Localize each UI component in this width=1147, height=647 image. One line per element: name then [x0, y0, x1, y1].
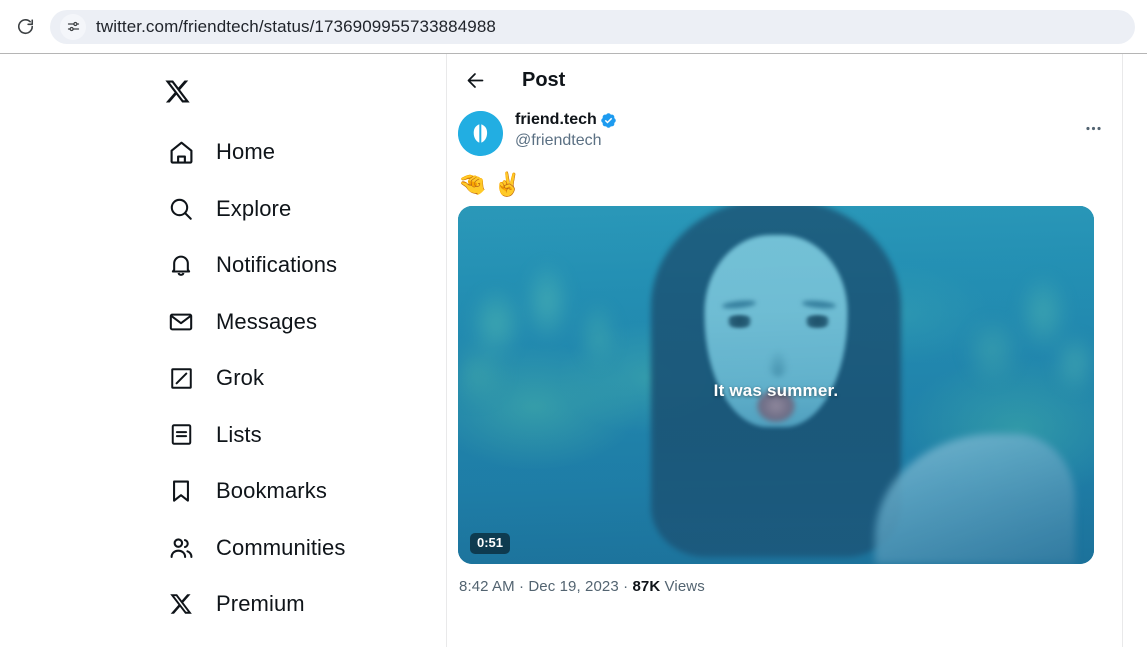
more-options-button[interactable] — [1076, 111, 1110, 145]
post-header: Post — [447, 54, 1122, 107]
sidebar-item-label: Messages — [216, 308, 318, 334]
author-name-line: friend.tech — [515, 111, 1076, 129]
post-time: 8:42 AM — [459, 578, 515, 595]
author-handle[interactable]: @friendtech — [515, 132, 1076, 150]
envelope-icon — [166, 307, 196, 337]
lists-icon — [166, 420, 196, 450]
back-arrow-icon — [467, 73, 483, 88]
meta-separator-1: · — [514, 578, 529, 595]
sidebar-item-label: Grok — [216, 365, 265, 391]
x-logo-icon — [165, 80, 190, 102]
address-bar[interactable]: twitter.com/friendtech/status/1736909955… — [50, 9, 1135, 44]
sidebar-item-premium[interactable]: Premium — [160, 576, 446, 633]
post-views-label: Views — [660, 578, 705, 595]
home-icon — [166, 137, 196, 167]
search-icon — [166, 194, 196, 224]
video-player[interactable]: It was summer. 0:51 — [458, 206, 1094, 564]
post-views[interactable]: 87K Views — [632, 578, 704, 595]
sidebar-item-label: Bookmarks — [216, 478, 327, 504]
sidebar-item-label: Communities — [216, 534, 346, 560]
reload-icon — [17, 19, 33, 35]
page-title: Post — [522, 69, 566, 91]
post-author-row: friend.tech @friendtech — [447, 107, 1122, 156]
sidebar-item-explore[interactable]: Explore — [160, 181, 446, 238]
reload-button[interactable] — [10, 12, 40, 42]
more-options-icon — [1085, 126, 1101, 130]
sidebar-item-bookmarks[interactable]: Bookmarks — [160, 463, 446, 520]
browser-toolbar: twitter.com/friendtech/status/1736909955… — [0, 0, 1147, 54]
sidebar-item-label: Lists — [216, 421, 262, 447]
post-date: Dec 19, 2023 — [528, 578, 619, 595]
back-button[interactable] — [458, 64, 492, 98]
tune-icon — [67, 21, 79, 32]
page-content: Home Explore Notifications Messages Grok… — [0, 54, 1147, 647]
verified-badge-icon — [600, 112, 617, 129]
video-duration-badge: 0:51 — [470, 533, 511, 554]
post-body-text: 🤏 ✌️ — [458, 171, 523, 197]
meta-separator-2: · — [618, 578, 633, 595]
subject-mouth — [756, 388, 796, 423]
site-settings-button[interactable] — [60, 13, 86, 40]
bell-icon — [166, 250, 196, 280]
x-home-logo-button[interactable] — [160, 66, 210, 116]
author-identity: friend.tech @friendtech — [515, 111, 1076, 150]
post-media: It was summer. 0:51 — [447, 206, 1122, 564]
sidebar-item-home[interactable]: Home — [160, 124, 446, 181]
friendtech-avatar-icon — [458, 111, 503, 156]
sidebar-item-notifications[interactable]: Notifications — [160, 237, 446, 294]
sidebar-item-lists[interactable]: Lists — [160, 407, 446, 464]
communities-icon — [166, 533, 196, 563]
sidebar-item-label: Premium — [216, 591, 305, 617]
sidebar-item-label: Explore — [216, 195, 292, 221]
post-views-count: 87K — [632, 578, 661, 595]
primary-sidebar: Home Explore Notifications Messages Grok… — [0, 54, 447, 647]
bookmark-icon — [166, 476, 196, 506]
sidebar-item-label: Notifications — [216, 252, 338, 278]
sidebar-item-label: Home — [216, 139, 276, 165]
post-detail-column: Post friend.tech @friendtech 🤏 ✌️ It was… — [447, 54, 1123, 647]
sidebar-item-communities[interactable]: Communities — [160, 520, 446, 577]
avatar[interactable] — [458, 111, 503, 156]
address-bar-url: twitter.com/friendtech/status/1736909955… — [96, 16, 496, 36]
right-rail — [1123, 54, 1147, 647]
grok-icon — [166, 363, 196, 393]
author-display-name[interactable]: friend.tech — [515, 111, 597, 129]
post-meta-row: 8:42 AM · Dec 19, 2023 · 87K Views — [447, 564, 1122, 595]
sidebar-item-grok[interactable]: Grok — [160, 350, 446, 407]
x-logo-icon — [166, 589, 196, 619]
sidebar-item-messages[interactable]: Messages — [160, 294, 446, 351]
